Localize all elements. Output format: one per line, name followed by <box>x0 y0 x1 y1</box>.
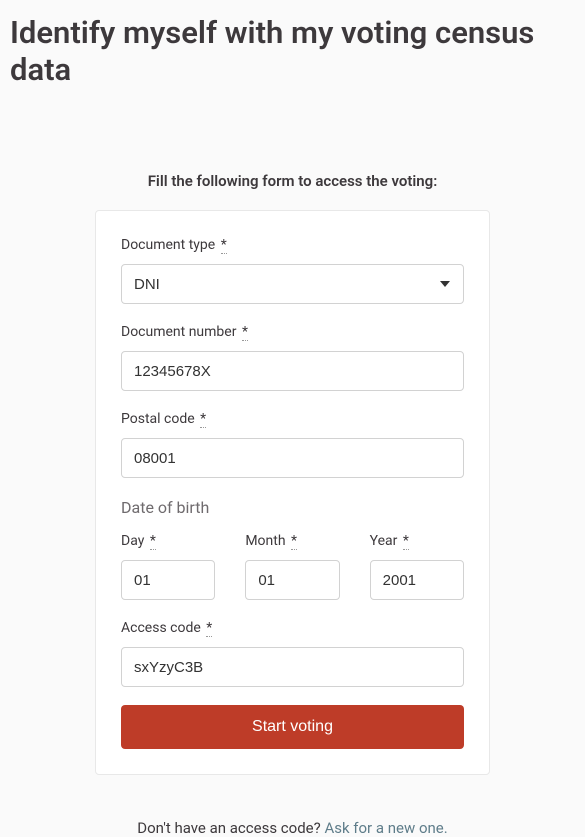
document-number-label: Document number * <box>121 324 464 341</box>
postal-code-group: Postal code * <box>121 411 464 478</box>
required-mark: * <box>403 533 409 550</box>
dob-day-input[interactable] <box>121 560 215 600</box>
document-type-label: Document type * <box>121 237 464 254</box>
required-mark: * <box>150 533 156 550</box>
access-code-group: Access code * <box>121 620 464 687</box>
postal-code-input[interactable] <box>121 438 464 478</box>
dob-year-input[interactable] <box>370 560 464 600</box>
dob-day-label: Day * <box>121 533 215 550</box>
required-mark: * <box>291 533 297 550</box>
footer-text: Don't have an access code? Ask for a new… <box>0 819 585 837</box>
form-subtitle: Fill the following form to access the vo… <box>0 172 585 190</box>
login-card: Document type * DNI Document number * Po… <box>95 210 490 775</box>
dob-year-group: Year * <box>370 533 464 600</box>
postal-code-label: Postal code * <box>121 411 464 428</box>
dob-day-group: Day * <box>121 533 215 600</box>
required-mark: * <box>242 324 248 341</box>
document-type-select-wrap: DNI <box>121 264 464 304</box>
document-number-input[interactable] <box>121 351 464 391</box>
start-voting-button[interactable]: Start voting <box>121 705 464 749</box>
dob-title: Date of birth <box>121 498 464 517</box>
dob-year-label: Year * <box>370 533 464 550</box>
document-number-group: Document number * <box>121 324 464 391</box>
document-type-group: Document type * DNI <box>121 237 464 304</box>
required-mark: * <box>200 411 206 428</box>
dob-month-group: Month * <box>245 533 339 600</box>
access-code-input[interactable] <box>121 647 464 687</box>
dob-month-input[interactable] <box>245 560 339 600</box>
ask-new-code-link[interactable]: Ask for a new one. <box>324 819 447 837</box>
access-code-label: Access code * <box>121 620 464 637</box>
dob-row: Day * Month * Year * <box>121 533 464 600</box>
required-mark: * <box>206 620 212 637</box>
dob-month-label: Month * <box>245 533 339 550</box>
document-type-select[interactable]: DNI <box>121 264 464 304</box>
required-mark: * <box>221 237 227 254</box>
page-title: Identify myself with my voting census da… <box>0 0 585 98</box>
footer-prompt: Don't have an access code? <box>137 819 324 837</box>
